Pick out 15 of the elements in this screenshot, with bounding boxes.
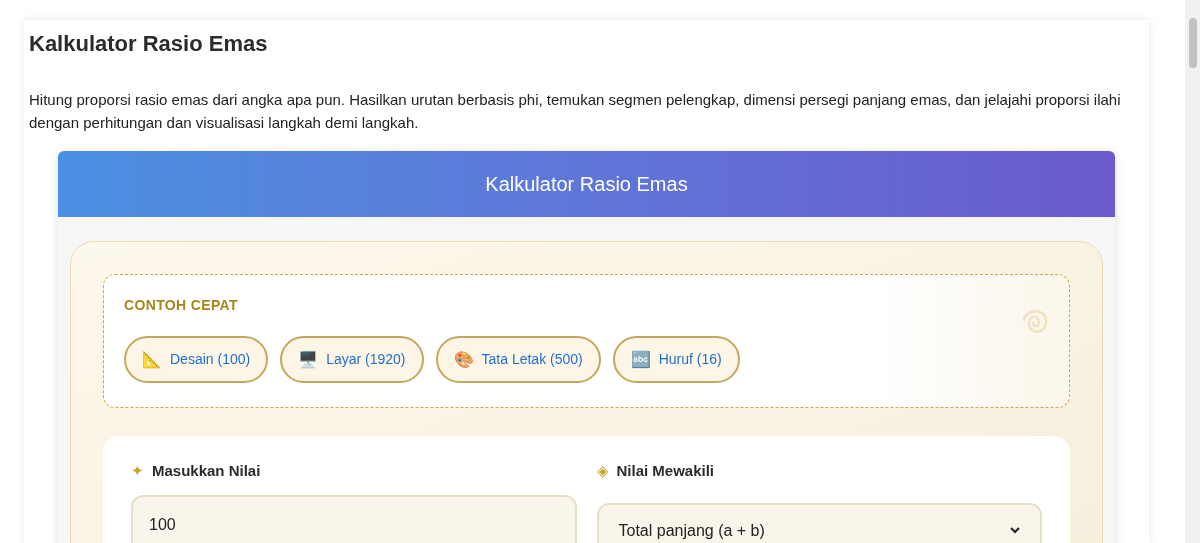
represents-select[interactable]: Total panjang (a + b) <box>596 502 1042 543</box>
sparkle-icon: ✦ <box>131 460 144 483</box>
field-label: Nilai Mewakili <box>616 461 715 481</box>
page-description: Hitung proporsi rasio emas dari angka apa pun. Hasilkan urutan berbasis phi, temukan segmen pelengkap, dimensi persegi panjang emas, dan jelajahi proporsi ilahi dengan perhitungan dan visualisasi langkah demi langkah. <box>29 90 1122 133</box>
page-title: Kalkulator Rasio Emas <box>29 30 269 58</box>
diamond-icon: ◈ <box>596 460 609 483</box>
chevron-down-icon <box>1010 527 1020 534</box>
value-input[interactable]: 100 <box>131 494 577 543</box>
example-button[interactable]: 🔤 Huruf (16) <box>612 336 740 383</box>
calculator-title: Kalkulator Rasio Emas <box>485 172 688 197</box>
example-button[interactable]: 📐 Desain (100) <box>124 336 269 383</box>
example-button[interactable]: 🎨 Tata Letak (500) <box>435 336 601 383</box>
field-label: Masukkan Nilai <box>152 461 261 481</box>
example-button[interactable]: 🖥 Layar (1920) <box>280 336 424 383</box>
quick-examples-heading: CONTOH CEPAT <box>124 296 239 315</box>
